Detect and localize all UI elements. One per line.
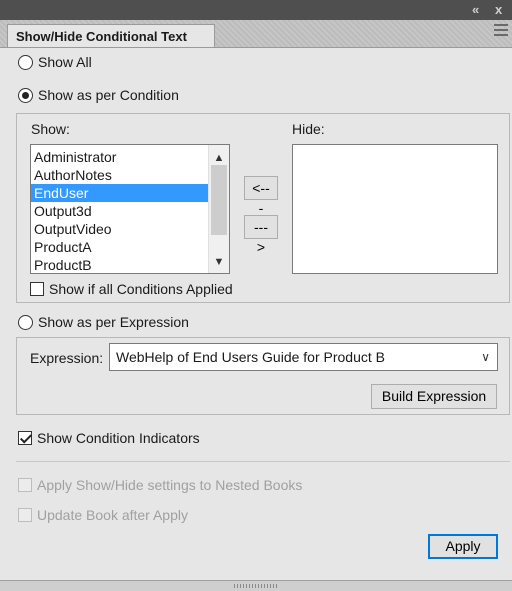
condition-indicators-checkbox[interactable] [18, 431, 32, 445]
collapse-icon[interactable]: « [472, 1, 479, 19]
expression-label: Expression: [30, 350, 104, 366]
list-item[interactable]: Administrator [31, 148, 208, 166]
show-conditions-list[interactable]: Administrator AuthorNotes EndUser Output… [30, 144, 230, 274]
update-book-checkbox[interactable] [18, 508, 32, 522]
show-as-per-condition-option[interactable]: Show as per Condition [18, 87, 179, 103]
show-as-per-expression-label: Show as per Expression [38, 314, 189, 330]
update-book-option[interactable]: Update Book after Apply [18, 507, 188, 523]
hide-conditions-list[interactable] [292, 144, 498, 274]
scrollbar-thumb[interactable] [211, 165, 227, 235]
resize-grip[interactable] [234, 584, 278, 588]
list-item[interactable]: EndUser [31, 184, 208, 202]
panel-footer [0, 580, 512, 591]
nested-books-checkbox[interactable] [18, 478, 32, 492]
update-book-label: Update Book after Apply [37, 507, 188, 523]
all-conditions-label: Show if all Conditions Applied [49, 281, 233, 297]
close-icon[interactable]: x [495, 1, 502, 19]
build-expression-button[interactable]: Build Expression [371, 384, 497, 409]
divider [16, 461, 510, 462]
all-conditions-option[interactable]: Show if all Conditions Applied [30, 281, 233, 297]
list-item[interactable]: ProductA [31, 238, 208, 256]
chevron-down-icon[interactable]: ∨ [481, 344, 490, 370]
list-item[interactable]: OutputVideo [31, 220, 208, 238]
show-conditions-items: Administrator AuthorNotes EndUser Output… [31, 148, 208, 273]
show-all-radio[interactable] [18, 54, 33, 70]
show-as-per-condition-radio[interactable] [18, 87, 33, 103]
move-to-show-button[interactable]: <--- [244, 176, 278, 216]
list-item[interactable]: AuthorNotes [31, 166, 208, 184]
list-item[interactable]: ProductB [31, 256, 208, 273]
list-item[interactable]: Output3d [31, 202, 208, 220]
apply-button[interactable]: Apply [428, 534, 498, 559]
chevron-down-icon[interactable]: ▼ [209, 253, 229, 271]
hamburger-menu-icon[interactable] [494, 24, 508, 38]
title-strip: « x [0, 0, 512, 20]
show-all-label: Show All [38, 54, 92, 70]
nested-books-option[interactable]: Apply Show/Hide settings to Nested Books [18, 477, 302, 493]
show-label: Show: [31, 121, 70, 137]
show-as-per-expression-option[interactable]: Show as per Expression [18, 314, 189, 330]
hide-label: Hide: [292, 121, 325, 137]
expression-select[interactable]: WebHelp of End Users Guide for Product B… [109, 343, 498, 371]
show-list-scrollbar[interactable]: ▲ ▼ [208, 145, 229, 273]
condition-indicators-option[interactable]: Show Condition Indicators [18, 430, 200, 446]
tab-bar: Show/Hide Conditional Text [0, 20, 512, 48]
show-all-option[interactable]: Show All [18, 54, 92, 70]
show-as-per-expression-radio[interactable] [18, 314, 33, 330]
expression-value: WebHelp of End Users Guide for Product B [116, 349, 385, 365]
show-as-per-condition-label: Show as per Condition [38, 87, 179, 103]
nested-books-label: Apply Show/Hide settings to Nested Books [37, 477, 303, 493]
condition-indicators-label: Show Condition Indicators [37, 430, 200, 446]
move-to-hide-button[interactable]: ---> [244, 215, 278, 255]
all-conditions-checkbox[interactable] [30, 282, 44, 296]
tab-show-hide-conditional-text[interactable]: Show/Hide Conditional Text [7, 24, 215, 47]
